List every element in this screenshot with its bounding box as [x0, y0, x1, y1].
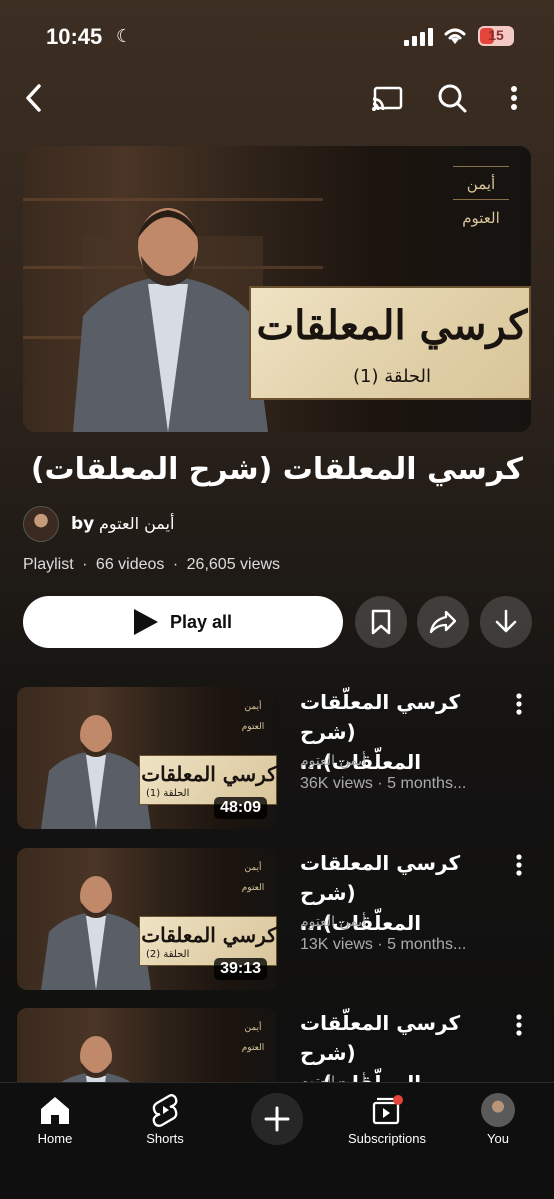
nav-you-label: You: [487, 1131, 509, 1146]
status-time: 10:45: [46, 24, 103, 49]
channel-logo: أيمن العتوم: [453, 166, 509, 227]
video-more-button[interactable]: [506, 1010, 532, 1040]
playlist-type: Playlist: [23, 556, 74, 573]
search-icon: [438, 84, 467, 113]
video-meta: 36K views · 5 months...: [300, 775, 467, 792]
nav-subscriptions-label: Subscriptions: [347, 1131, 427, 1146]
search-button[interactable]: [434, 80, 470, 116]
signal-icon: [404, 28, 434, 46]
nav-subscriptions[interactable]: Subscriptions: [337, 1093, 437, 1146]
home-icon: [41, 1097, 69, 1124]
title-parchment: كرسي المعلقات الحلقة (1): [249, 286, 531, 400]
author-name[interactable]: أيمن العتوم: [99, 514, 174, 533]
video-item[interactable]: أيمن العتوم كرسي المعلقات الحلقة (2) 39:…: [0, 848, 554, 998]
nav-shorts[interactable]: Shorts: [115, 1093, 215, 1146]
wifi-icon: [444, 28, 466, 44]
video-more-button[interactable]: [506, 689, 532, 719]
cast-icon: [372, 86, 403, 111]
shorts-icon: [152, 1094, 178, 1127]
battery-indicator: 15: [478, 26, 514, 46]
more-vert-icon: [516, 854, 522, 876]
cast-button[interactable]: [370, 82, 404, 116]
more-options-button[interactable]: [500, 80, 528, 116]
back-button[interactable]: [16, 80, 52, 116]
more-vert-icon: [511, 86, 517, 110]
author-row[interactable]: by أيمن العتوم: [23, 506, 423, 542]
parchment-episode: الحلقة (1): [352, 366, 432, 387]
author-by-label: by: [71, 514, 95, 534]
bottom-navigation: Home Shorts Subscriptions You: [0, 1082, 554, 1199]
nav-home[interactable]: Home: [5, 1093, 105, 1146]
playlist-video-count: 66 videos: [95, 556, 165, 573]
more-vert-icon: [516, 1014, 522, 1036]
save-playlist-button[interactable]: [355, 596, 407, 648]
video-channel: أيمن العتوم: [300, 753, 367, 769]
plus-icon: [264, 1106, 290, 1132]
download-button[interactable]: [480, 596, 532, 648]
top-app-bar: [0, 74, 554, 122]
bookmark-icon: [371, 609, 391, 635]
video-duration: 39:13: [214, 958, 267, 980]
nav-shorts-label: Shorts: [146, 1131, 184, 1146]
create-button[interactable]: [251, 1093, 303, 1145]
play-all-label: Play all: [169, 611, 233, 632]
video-channel: أيمن العتوم: [300, 914, 367, 930]
share-button[interactable]: [417, 596, 469, 648]
parchment-title: كرسي المعلقات: [256, 302, 528, 349]
playlist-hero-thumbnail[interactable]: أيمن العتوم كرسي المعلقات الحلقة (1): [23, 146, 531, 432]
back-arrow-icon: [26, 84, 41, 112]
moon-icon: ☾: [116, 26, 133, 47]
more-vert-icon: [516, 693, 522, 715]
profile-avatar: [481, 1093, 515, 1127]
video-more-button[interactable]: [506, 850, 532, 880]
status-bar: 10:45 ☾ 15: [0, 0, 554, 74]
video-duration: 48:09: [214, 797, 267, 819]
nav-home-label: Home: [37, 1131, 73, 1146]
author-avatar[interactable]: [23, 506, 59, 542]
download-icon: [495, 609, 517, 633]
play-icon: [133, 609, 158, 635]
playlist-title: كرسي المعلقات (شرح المعلقات): [30, 452, 523, 487]
share-icon: [429, 610, 457, 634]
video-meta: 13K views · 5 months...: [300, 936, 467, 953]
playlist-meta: Playlist · 66 videos · 26,605 views: [23, 556, 281, 573]
video-thumbnail[interactable]: أيمن العتوم كرسي المعلقات الحلقة (1) 48:…: [17, 687, 277, 829]
video-item[interactable]: أيمن العتوم كرسي المعلقات الحلقة (1) 48:…: [0, 687, 554, 837]
video-thumbnail[interactable]: أيمن العتوم كرسي المعلقات الحلقة (2) 39:…: [17, 848, 277, 990]
play-all-button[interactable]: Play all: [23, 596, 343, 648]
playlist-views: 26,605 views: [186, 556, 281, 573]
subscriptions-icon: [372, 1095, 403, 1125]
nav-you[interactable]: You: [448, 1093, 548, 1146]
